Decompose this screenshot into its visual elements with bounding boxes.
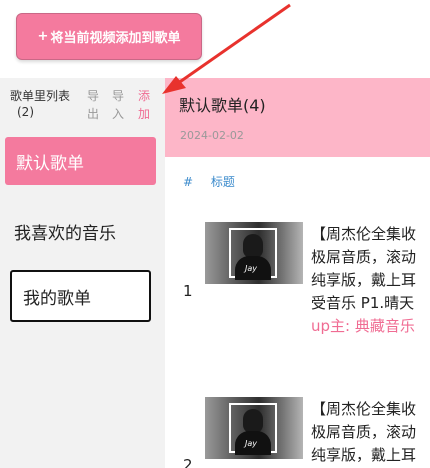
video-title-line: 纯享版，戴上耳 bbox=[311, 271, 417, 289]
playlist-item-default[interactable]: 默认歌单 bbox=[5, 137, 156, 185]
add-video-to-playlist-button[interactable]: + 将当前视频添加到歌单 bbox=[16, 13, 202, 60]
playlist-item-favorites[interactable]: 我喜欢的音乐 bbox=[5, 207, 156, 255]
video-title-line: 【周杰伦全集收 bbox=[311, 225, 417, 243]
playlist-content: 默认歌单(4) 2024-02-02 # 标题 1 Jay 【周杰伦全集收 极屌… bbox=[165, 78, 430, 468]
video-title-line: 【周杰伦全集收 bbox=[311, 400, 417, 418]
playlist-count: (2) bbox=[17, 105, 34, 119]
playlist-title: 默认歌单(4) bbox=[179, 96, 266, 115]
column-title: 标题 bbox=[210, 175, 235, 189]
video-title-line: 极屌音质，滚动 bbox=[311, 248, 417, 266]
plus-icon: + bbox=[37, 29, 49, 44]
add-playlist-button[interactable]: 添加 bbox=[137, 87, 151, 123]
add-video-label: 将当前视频添加到歌单 bbox=[50, 31, 181, 46]
playlist-date: 2024-02-02 bbox=[180, 129, 244, 142]
row-index: 1 bbox=[183, 282, 193, 300]
sidebar-title: 歌单里列表 bbox=[10, 89, 71, 103]
row-index: 2 bbox=[183, 456, 193, 468]
uploader-link[interactable]: up主: 典藏音乐 bbox=[311, 315, 430, 338]
table-header: # 标题 bbox=[183, 173, 235, 190]
import-button[interactable]: 导入 bbox=[111, 87, 125, 123]
video-title-line: 受音乐 P1.晴天 bbox=[311, 294, 415, 312]
export-button[interactable]: 导出 bbox=[86, 87, 100, 123]
video-thumbnail[interactable]: Jay bbox=[205, 222, 303, 284]
playlist-header: 默认歌单(4) 2024-02-02 bbox=[165, 78, 430, 157]
playlist-item-mine[interactable]: 我的歌单 bbox=[10, 270, 151, 322]
thumbnail-figure bbox=[243, 234, 263, 258]
thumbnail-signature: Jay bbox=[245, 264, 257, 273]
video-title[interactable]: 【周杰伦全集收 极屌音质，滚动 纯享版，戴上耳 bbox=[311, 398, 430, 467]
sidebar-header: 歌单里列表 (2) 导出 导入 添加 bbox=[0, 78, 165, 128]
column-index: # bbox=[183, 175, 194, 189]
playlist-sidebar: 歌单里列表 (2) 导出 导入 添加 默认歌单 我喜欢的音乐 我的歌单 bbox=[0, 78, 165, 468]
thumbnail-signature: Jay bbox=[245, 439, 257, 448]
video-title-line: 纯享版，戴上耳 bbox=[311, 446, 417, 464]
video-title-line: 极屌音质，滚动 bbox=[311, 423, 417, 441]
video-thumbnail[interactable]: Jay bbox=[205, 397, 303, 459]
thumbnail-figure bbox=[243, 409, 263, 433]
video-title[interactable]: 【周杰伦全集收 极屌音质，滚动 纯享版，戴上耳 受音乐 P1.晴天 up主: 典… bbox=[311, 223, 430, 338]
